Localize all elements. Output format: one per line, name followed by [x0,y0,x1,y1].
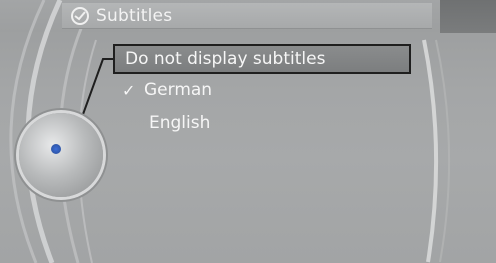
controller-knob-icon [19,113,103,197]
checkmark-icon: ✓ [122,80,136,100]
subtitles-menu-screen: Subtitles Do not display subtitles ✓ Ger… [0,0,496,263]
menu-header: Subtitles [62,3,432,29]
menu-item-label: Do not display subtitles [125,49,326,69]
menu-item-label: German [144,80,213,100]
page-title: Subtitles [96,5,173,26]
menu-item-do-not-display-subtitles[interactable]: Do not display subtitles [113,44,411,74]
subtitles-settings-icon [68,4,92,28]
menu-item-label: English [149,113,211,133]
menu-item-english[interactable]: English [149,110,210,136]
top-right-panel [440,0,496,33]
menu-item-german[interactable]: ✓ German [122,77,212,103]
controller-indicator-dot [51,144,61,154]
